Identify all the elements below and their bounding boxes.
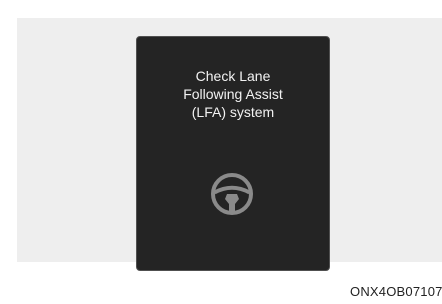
- steering-wheel-icon: [211, 173, 253, 215]
- warning-message: Check Lane Following Assist (LFA) system: [183, 68, 283, 120]
- figure-code: ONX4OB071074: [350, 284, 442, 299]
- cluster-display: Check Lane Following Assist (LFA) system: [136, 36, 330, 271]
